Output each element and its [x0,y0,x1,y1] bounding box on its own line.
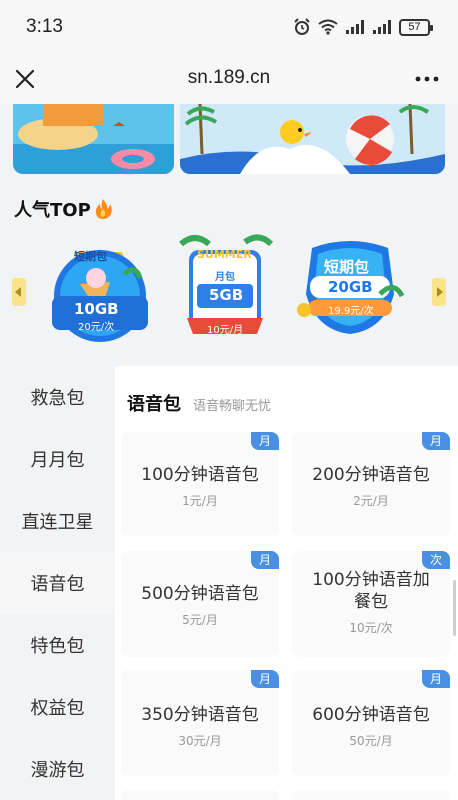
voice-package-card[interactable]: 月 100分钟语音包 1元/月 [121,432,279,536]
chevron-right-icon [437,287,443,297]
summer-banner[interactable] [180,104,445,174]
period-badge: 月 [251,432,279,450]
battery-icon: 57 [399,18,433,36]
clock: 3:13 [26,16,63,37]
voice-package-card[interactable]: 月 350分钟语音包 30元/月 [121,670,279,776]
package-name: 100分钟语音包 [141,465,259,485]
more-icon[interactable] [414,68,440,90]
period-badge: 月 [251,670,279,688]
promo-banner-text: SUMMER [197,248,252,261]
sidebar-item-satellite[interactable]: 直连卫星 [0,490,115,552]
promo-size: 5GB [209,286,244,304]
package-name: 200分钟语音包 [312,465,430,485]
sidebar-item-emergency[interactable]: 救急包 [0,366,115,428]
voice-package-card[interactable]: 月 200分钟语音包 2元/月 [292,432,450,536]
period-badge: 月 [422,670,450,688]
banner-row [13,104,445,174]
package-name: 100分钟语音加餐包 [312,570,430,612]
promo-price: 19.9元/次 [328,306,374,317]
voice-package-card-partial[interactable] [121,790,279,800]
status-icons: 57 [293,18,433,36]
sidebar-item-label: 权益包 [30,698,85,719]
package-name: 350分钟语音包 [141,705,259,725]
category-subtitle: 语音畅聊无忧 [193,399,272,414]
period-badge: 次 [422,551,450,569]
package-price: 5元/月 [182,613,218,627]
package-price: 30元/月 [178,734,222,748]
package-price: 2元/月 [353,494,389,508]
sidebar-item-label: 语音包 [30,574,85,595]
category-panel: 语音包 语音畅聊无忧 月 100分钟语音包 1元/月 月 200分钟语音包 2元… [115,366,458,800]
promo-card-2[interactable]: SUMMER 月包 5GB 10元/月 [175,234,287,346]
scrollbar[interactable] [453,580,456,636]
package-price: 1元/月 [182,494,218,508]
chevron-left-icon [15,287,21,297]
popular-section-title: 人气TOP [14,196,113,222]
sidebar-item-label: 救急包 [30,388,85,409]
sidebar-item-featured[interactable]: 特色包 [0,614,115,676]
sidebar-item-voice[interactable]: 语音包 [0,552,115,614]
promo-tag: 短期包 [74,250,107,263]
period-badge: 月 [251,551,279,569]
promo-price: 10元/月 [207,325,244,336]
fire-icon [95,199,112,219]
sidebar-item-monthly[interactable]: 月月包 [0,428,115,490]
sidebar-item-label: 月月包 [30,450,85,471]
promo-size: 10GB [74,300,119,318]
promo-size: 20GB [328,278,373,296]
browser-address-bar: sn.189.cn [0,56,458,104]
period-badge: 月 [422,432,450,450]
carousel-next-button[interactable] [432,278,446,306]
popular-title: 人气TOP [14,200,91,221]
signal-icon [346,20,364,34]
promo-card-1[interactable]: 短期包 10GB 20元/次 [44,234,156,346]
package-price: 10元/次 [349,621,393,635]
package-price: 50元/月 [349,734,393,748]
package-name: 500分钟语音包 [141,584,259,604]
url-text[interactable]: sn.189.cn [0,67,458,89]
sidebar-item-benefits[interactable]: 权益包 [0,676,115,738]
signal-icon [373,20,391,34]
alarm-icon [294,18,310,35]
category-title: 语音包 [127,394,181,415]
promo-price: 20元/次 [78,322,115,333]
promo-card-3[interactable]: 短期包 20GB 19.9元/次 [294,234,406,346]
promo-tag: 短期包 [324,258,370,276]
promo-tag: 月包 [215,272,235,283]
category-sidebar: 救急包 月月包 直连卫星 语音包 特色包 权益包 漫游包 [0,366,115,800]
sidebar-item-roaming[interactable]: 漫游包 [0,738,115,800]
voice-package-card[interactable]: 次 100分钟语音加餐包 10元/次 [292,551,450,657]
status-bar: 3:13 57 [0,0,458,56]
voice-package-card[interactable]: 月 600分钟语音包 50元/月 [292,670,450,776]
sidebar-item-label: 直连卫星 [21,512,94,533]
category-header: 语音包 语音畅聊无忧 [127,390,271,416]
wifi-icon [318,19,338,35]
page-content: 人气TOP 短期包 10GB 20元/次 SUMMER 月包 5GB 10元/月… [0,104,458,800]
voice-package-card-partial[interactable] [292,790,450,800]
popular-carousel: 短期包 10GB 20元/次 SUMMER 月包 5GB 10元/月 短期包 2… [0,226,458,344]
beach-banner[interactable] [13,104,174,174]
carousel-prev-button[interactable] [12,278,26,306]
sidebar-item-label: 漫游包 [30,760,85,781]
sidebar-item-label: 特色包 [30,636,85,657]
voice-package-card[interactable]: 月 500分钟语音包 5元/月 [121,551,279,657]
package-name: 600分钟语音包 [312,705,430,725]
